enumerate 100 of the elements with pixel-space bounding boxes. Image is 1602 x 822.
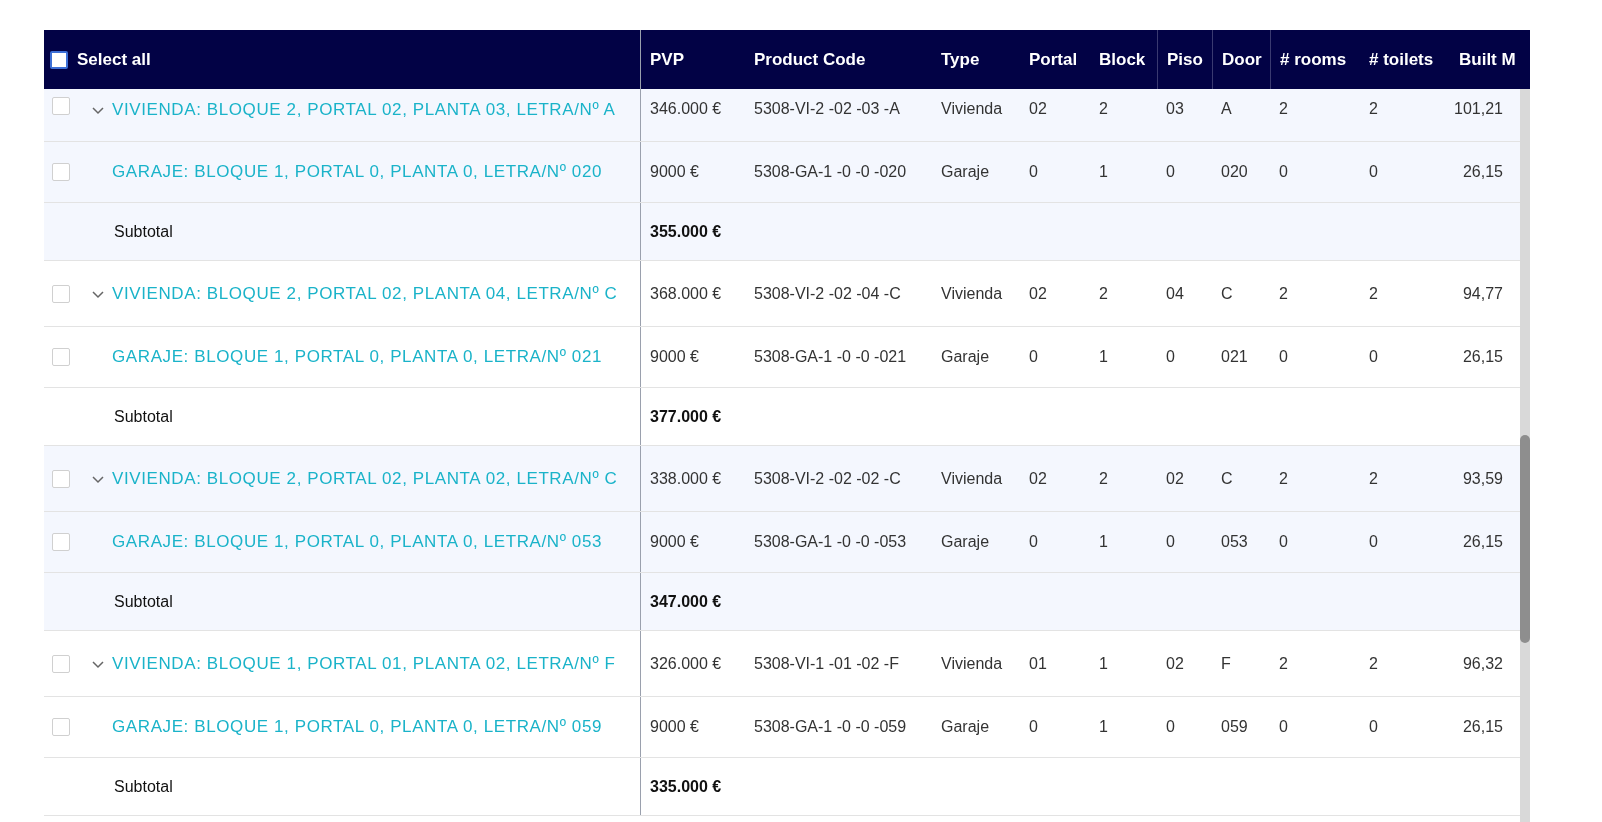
column-header[interactable]: # toilets xyxy=(1369,46,1434,73)
table-cell-text: 9000 € xyxy=(650,532,699,552)
table-cell-text: 26,15 xyxy=(1462,162,1503,182)
table-cell-text: 1 xyxy=(1099,717,1108,737)
table-cell-text: 04 xyxy=(1166,283,1184,304)
table-cell-text: 2 xyxy=(1279,99,1288,119)
table-cell-text: 2 xyxy=(1099,99,1108,119)
table-cell-text: Vivienda xyxy=(941,653,1003,674)
table-cell-text: 021 xyxy=(1221,347,1248,367)
table-cell-text: 0 xyxy=(1166,532,1175,552)
table-cell-text: 02 xyxy=(1166,468,1184,489)
table-cell-text: 5308-GA-1 -0 -0 -059 xyxy=(754,717,907,737)
table-cell-text: Garaje xyxy=(941,532,990,552)
table-cell-text: 26,15 xyxy=(1462,532,1503,552)
table-cell-text: 93,59 xyxy=(1462,468,1503,489)
table-cell-text: 5308-GA-1 -0 -0 -021 xyxy=(754,347,907,367)
table-cell-text: 1 xyxy=(1099,347,1108,367)
table-cell-text: 5308-VI-1 -01 -02 -F xyxy=(754,653,899,674)
table-cell-text: 2 xyxy=(1099,283,1108,304)
table-cell-text: 368.000 € xyxy=(650,283,722,304)
column-header[interactable]: Type xyxy=(941,46,980,73)
subtotal-value: 355.000 € xyxy=(650,221,722,242)
table-cell-text: 2 xyxy=(1099,468,1108,489)
column-header[interactable]: PVP xyxy=(650,46,685,73)
table-cell-text: 0 xyxy=(1279,162,1288,182)
table-cell-text: 346.000 € xyxy=(650,99,722,119)
table-cell-text: Garaje xyxy=(941,162,990,182)
table-cell-text: 053 xyxy=(1221,532,1248,552)
table-cell-text: 26,15 xyxy=(1462,347,1503,367)
scrollbar-thumb[interactable] xyxy=(1520,435,1530,643)
table-cell-text: 5308-VI-2 -02 -02 -C xyxy=(754,468,901,489)
subtotal-label: Subtotal xyxy=(114,406,173,427)
table-cell-text: Vivienda xyxy=(941,468,1003,489)
table-cell-text: 9000 € xyxy=(650,162,699,182)
table-cell-text: F xyxy=(1221,653,1231,674)
table-cell-text: Vivienda xyxy=(941,99,1003,119)
column-header[interactable]: Product Code xyxy=(754,46,866,73)
table-cell-text: 2 xyxy=(1369,283,1378,304)
table-cell-text: 5308-GA-1 -0 -0 -020 xyxy=(754,162,907,182)
table-cell-text: 94,77 xyxy=(1462,283,1503,304)
table-cell-text: 2 xyxy=(1279,468,1288,489)
table-cell-text: 26,15 xyxy=(1462,717,1503,737)
subtotal-value: 335.000 € xyxy=(650,776,722,797)
scrollbar[interactable] xyxy=(1520,89,1530,822)
table-cell-text: C xyxy=(1221,283,1233,304)
table-cell-text: 02 xyxy=(1029,99,1047,119)
table-cell-text: 03 xyxy=(1166,99,1184,119)
table-cell-text: 0 xyxy=(1369,347,1378,367)
table-cell-text: 5308-GA-1 -0 -0 -053 xyxy=(754,532,907,552)
table-cell-text: 0 xyxy=(1029,717,1038,737)
table-cell-text: 0 xyxy=(1279,347,1288,367)
column-header[interactable]: Block xyxy=(1099,46,1146,73)
table-cell-text: 2 xyxy=(1369,99,1378,119)
table-cell-text: 326.000 € xyxy=(650,653,722,674)
table-cell-text: 1 xyxy=(1099,162,1108,182)
table-cell-text: Garaje xyxy=(941,717,990,737)
table-cell-text: 0 xyxy=(1029,347,1038,367)
table-cell-text: 0 xyxy=(1279,717,1288,737)
table-cell-text: C xyxy=(1221,468,1233,489)
table-cell-text: 0 xyxy=(1369,162,1378,182)
table-cell-text: 1 xyxy=(1099,532,1108,552)
checkbox[interactable] xyxy=(50,50,68,69)
table-cell-text: 02 xyxy=(1166,653,1184,674)
table-cell-text: 0 xyxy=(1029,162,1038,182)
table-cell-text: 01 xyxy=(1029,653,1047,674)
table-cell-text: 5308-VI-2 -02 -04 -C xyxy=(754,283,901,304)
subtotal-label: Subtotal xyxy=(114,776,173,797)
table-cell-text: 2 xyxy=(1279,283,1288,304)
table-cell-text: 0 xyxy=(1369,717,1378,737)
table-cell-text: 0 xyxy=(1279,532,1288,552)
table-cell-text: 0 xyxy=(1166,347,1175,367)
table-cell-text: 96,32 xyxy=(1462,653,1503,674)
table-cell-text: 5308-VI-2 -02 -03 -A xyxy=(754,99,900,119)
table-cell-text: A xyxy=(1221,99,1232,119)
column-header[interactable]: Portal xyxy=(1029,46,1078,73)
subtotal-value: 347.000 € xyxy=(650,591,722,612)
subtotal-label: Subtotal xyxy=(114,591,173,612)
table-cell-text: 059 xyxy=(1221,717,1248,737)
table-cell-text: 9000 € xyxy=(650,717,699,737)
table-cell-text: 2 xyxy=(1369,653,1378,674)
table-cell-text: 9000 € xyxy=(650,347,699,367)
column-header[interactable]: Piso xyxy=(1167,46,1203,73)
subtotal-value: 377.000 € xyxy=(650,406,722,427)
table-cell-text: Vivienda xyxy=(941,283,1003,304)
table-cell-text: 0 xyxy=(1166,717,1175,737)
table-cell-text: 338.000 € xyxy=(650,468,722,489)
select-all-label[interactable]: Select all xyxy=(77,46,151,73)
column-header[interactable]: Built M xyxy=(1459,46,1516,73)
table-cell-text: 101,21 xyxy=(1454,99,1503,119)
column-header[interactable]: Door xyxy=(1222,46,1262,73)
table-cell-text: 1 xyxy=(1099,653,1108,674)
table-cell-text: 02 xyxy=(1029,468,1047,489)
table-cell-text: 0 xyxy=(1029,532,1038,552)
column-header[interactable]: # rooms xyxy=(1280,46,1347,73)
table-cell-text: 2 xyxy=(1279,653,1288,674)
subtotal-label: Subtotal xyxy=(114,221,173,242)
table-cell-text: 02 xyxy=(1029,283,1047,304)
table-cell-text: 0 xyxy=(1166,162,1175,182)
table-cell-text: 2 xyxy=(1369,468,1378,489)
table-cell-text: 020 xyxy=(1221,162,1248,182)
